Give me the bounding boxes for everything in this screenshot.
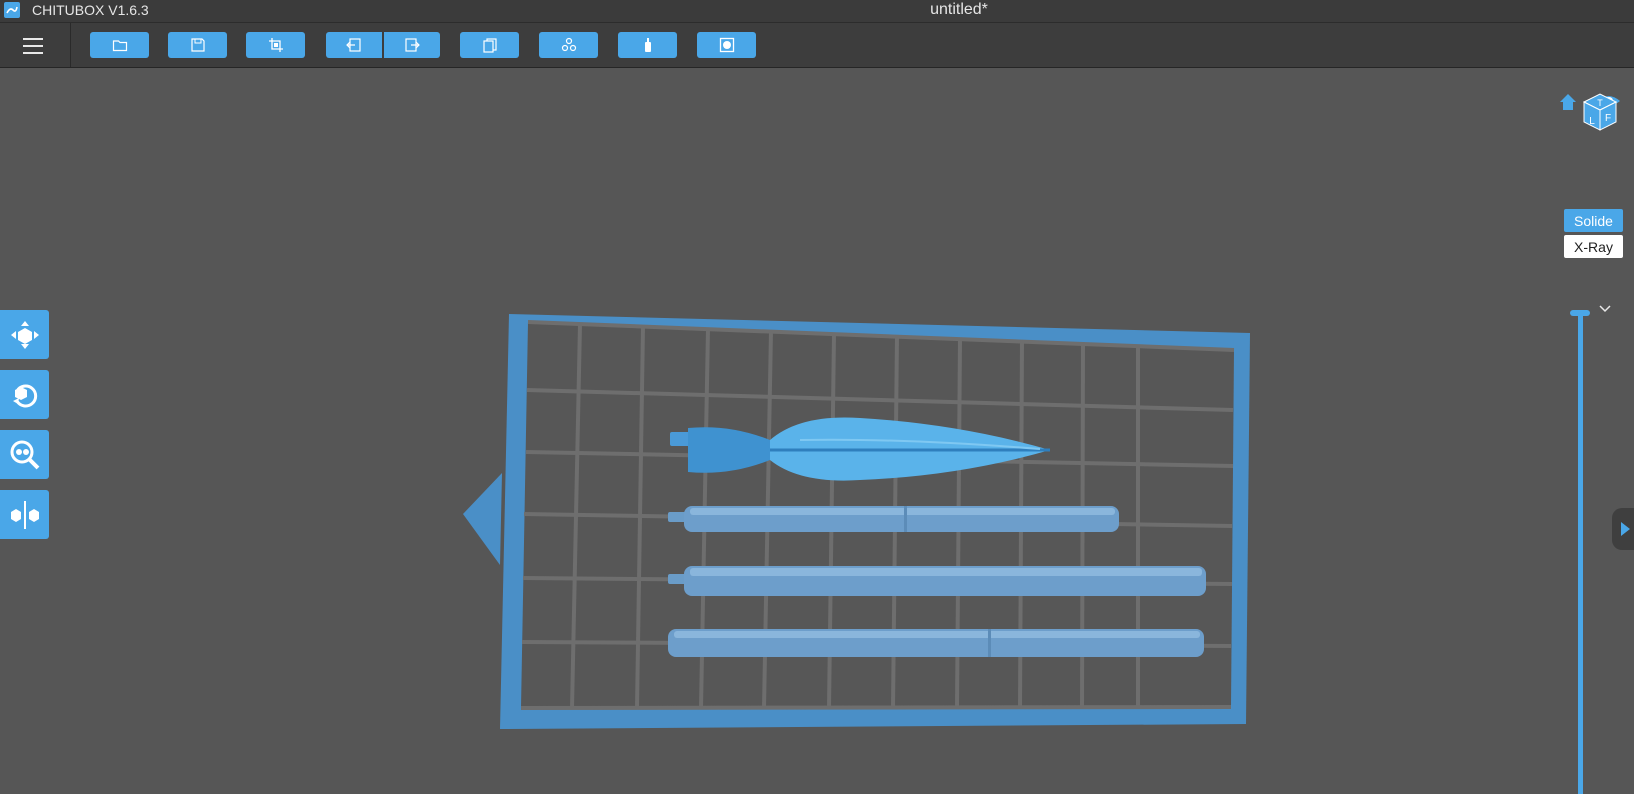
supports-button[interactable] — [618, 32, 677, 58]
title-bar: CHITUBOX V1.6.3 untitled* — [0, 0, 1634, 23]
mirror-icon — [10, 500, 39, 529]
rotate-icon — [12, 384, 37, 407]
plate-pointer — [463, 473, 502, 565]
floppy-icon — [190, 38, 205, 52]
hamburger-menu-icon[interactable] — [14, 33, 52, 59]
rotate-tool-button[interactable] — [0, 370, 49, 419]
layout-icon — [561, 37, 576, 52]
support-icon — [644, 38, 651, 52]
slice-icon — [719, 37, 734, 53]
document-title: untitled* — [930, 1, 988, 18]
open-file-button[interactable] — [90, 32, 149, 58]
crop-button[interactable] — [246, 32, 305, 58]
home-icon[interactable] — [1560, 94, 1576, 110]
copy-button[interactable] — [460, 32, 519, 58]
scale-tool-button[interactable] — [0, 430, 49, 479]
move-tool-button[interactable] — [0, 310, 49, 359]
redo-button[interactable] — [384, 32, 440, 58]
undo-icon — [346, 38, 361, 52]
slice-button[interactable] — [697, 32, 756, 58]
xray-mode-button[interactable]: X-Ray — [1564, 235, 1623, 258]
toolbar-divider — [70, 23, 71, 67]
chevron-down-icon[interactable] — [1598, 302, 1612, 316]
viewcube-front-label[interactable]: F — [1605, 113, 1611, 124]
scale-icon — [10, 440, 39, 469]
shaft-model-3 — [668, 629, 1204, 657]
undo-button[interactable] — [326, 32, 382, 58]
mirror-tool-button[interactable] — [0, 490, 49, 539]
crop-icon — [268, 38, 283, 52]
play-right-icon — [1621, 522, 1630, 536]
auto-layout-button[interactable] — [539, 32, 598, 58]
move-icon — [10, 320, 39, 349]
layer-slider-track[interactable] — [1578, 314, 1583, 794]
viewcube-left-label[interactable]: L — [1589, 116, 1595, 127]
3d-viewport[interactable]: T L F Solide X-Ray — [0, 68, 1634, 794]
solide-mode-button[interactable]: Solide — [1564, 209, 1623, 232]
toolbar — [0, 23, 1634, 68]
build-plate-scene — [463, 314, 1250, 729]
layer-slider-handle[interactable] — [1570, 310, 1590, 316]
viewcube-top-label[interactable]: T — [1597, 98, 1603, 108]
shaft-model-1 — [668, 506, 1119, 532]
view-cube[interactable]: T L F — [1558, 86, 1626, 158]
folder-icon — [112, 40, 127, 52]
copy-icon — [482, 38, 497, 53]
redo-icon — [405, 38, 420, 52]
save-button[interactable] — [168, 32, 227, 58]
shaft-model-2 — [668, 566, 1206, 596]
panel-toggle-button[interactable] — [1612, 508, 1634, 550]
